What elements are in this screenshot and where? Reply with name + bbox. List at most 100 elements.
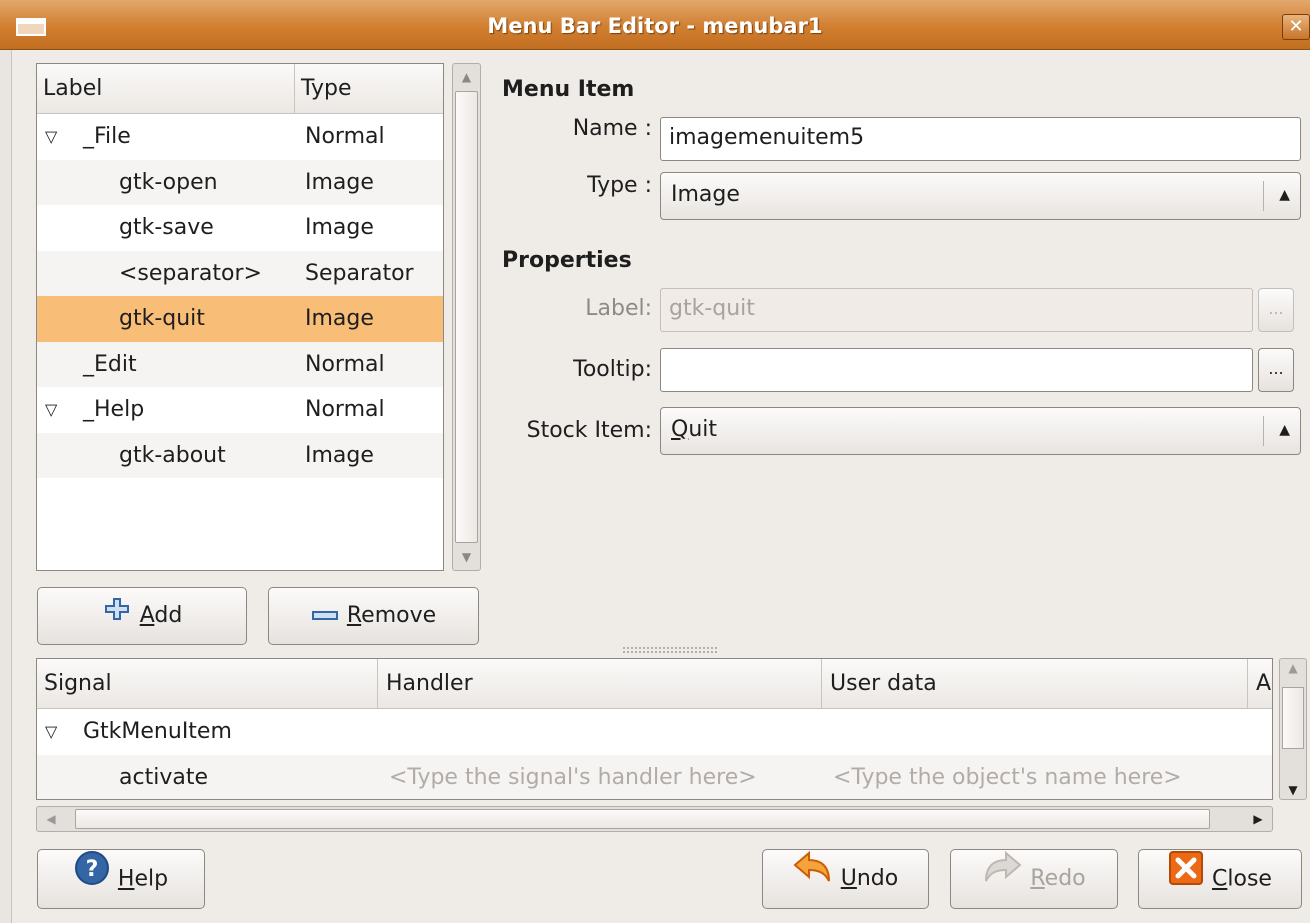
tree-row-label: gtk-about [119,442,226,468]
add-label: dd [154,603,183,628]
tree-row-type: Image [305,215,374,240]
properties-section-title: Properties [502,248,632,273]
name-field[interactable]: imagemenuitem5 [660,117,1301,161]
stock-item-mnemonic: Q [671,417,689,442]
expander-icon[interactable]: ▽ [45,387,57,433]
scroll-down-arrow-icon[interactable]: ▼ [453,544,480,570]
tree-row[interactable]: gtk-save Image [37,205,443,251]
undo-mnemonic: U [840,866,857,891]
undo-button[interactable]: Undo [762,849,929,909]
pane-resize-handle[interactable] [622,646,718,654]
tree-rows: ▽ _File Normal gtk-open Image gtk-save Image <s… [37,114,443,478]
column-header-handler[interactable]: Handler [379,659,822,709]
scroll-up-arrow-icon[interactable]: ▲ [453,64,480,90]
tree-row-type: Separator [305,260,414,286]
combo-separator [1263,181,1264,211]
stock-item-rest: uit [688,417,718,442]
label-ellipsis-button: ... [1258,288,1294,332]
expander-icon[interactable]: ▽ [45,709,57,754]
tree-row[interactable]: gtk-quit Image [37,296,443,342]
tree-row-type: Image [305,306,374,331]
menu-tree[interactable]: Label Type ▽ _File Normal gtk-open Image gtk-… [36,63,444,571]
tree-row[interactable]: _Edit Normal [37,341,443,387]
expander-icon[interactable]: ▽ [45,114,57,160]
tree-header: Label Type [37,64,443,114]
scroll-left-arrow-icon[interactable]: ◀ [39,807,63,831]
label-field: gtk-quit [660,288,1253,332]
menu-item-section-title: Menu Item [502,77,635,102]
title-bar[interactable]: Menu Bar Editor - menubar1 ✕ [0,0,1310,50]
scroll-down-arrow-icon[interactable]: ▼ [1280,783,1306,797]
redo-icon [982,850,1022,908]
tree-row-label: gtk-open [119,169,218,195]
tree-row-label: <separator> [119,260,262,286]
tree-row-type: Normal [305,397,385,422]
tree-row-type: Normal [305,124,385,149]
column-header-user-data[interactable]: User data [823,659,1248,709]
tree-row[interactable]: gtk-about Image [37,432,443,478]
tree-row-label: _Help [83,397,145,422]
signal-group-row[interactable]: ▽ GtkMenuItem [37,709,1272,754]
menu-bar-editor-window: Menu Bar Editor - menubar1 ✕ Label Type … [0,0,1310,923]
tree-row-label: _Edit [83,351,137,377]
redo-label: edo [1044,866,1086,891]
column-header-type[interactable]: Type [295,64,443,113]
user-data-placeholder[interactable]: <Type the object's name here> [833,755,1182,799]
signals-table[interactable]: Signal Handler User data A ▽ GtkMenuItem… [36,658,1273,800]
handler-placeholder[interactable]: <Type the signal's handler here> [389,755,757,799]
plus-icon [102,588,132,644]
redo-mnemonic: R [1030,866,1045,891]
scroll-up-arrow-icon[interactable]: ▲ [1280,661,1306,675]
close-icon [1168,850,1204,909]
tree-row[interactable]: <separator> Separator [37,250,443,296]
signals-header: Signal Handler User data A [37,659,1272,709]
scroll-right-arrow-icon[interactable]: ▶ [1246,807,1270,831]
column-header-signal[interactable]: Signal [37,659,378,709]
signals-vertical-scrollbar[interactable]: ▲ ▼ [1279,658,1307,800]
tree-row-label: _File [83,124,131,149]
type-combo-value: Image [671,182,740,207]
remove-label: emove [361,603,437,628]
tree-vertical-scrollbar[interactable]: ▲ ▼ [452,63,481,571]
tree-row[interactable]: ▽ _File Normal [37,114,443,160]
window-left-border [0,50,12,923]
signal-group-name: GtkMenuItem [83,719,232,744]
horizontal-scroll-thumb[interactable] [75,809,1210,829]
tooltip-ellipsis-button[interactable]: ... [1258,348,1294,392]
tree-row-label: gtk-save [119,215,214,240]
minus-icon [311,588,339,644]
remove-button[interactable]: Remove [268,587,479,645]
help-label: elp [134,866,169,892]
close-button[interactable]: Close [1138,849,1302,909]
column-header-label[interactable]: Label [37,64,295,113]
signal-row[interactable]: activate <Type the signal's handler here… [37,755,1272,799]
help-button[interactable]: ? Help [37,849,205,909]
tree-row[interactable]: gtk-open Image [37,159,443,205]
stock-item-value: Quit [671,417,717,442]
add-button[interactable]: Add [37,587,247,645]
label-label: Label: [585,296,652,321]
tree-row-label: gtk-quit [119,306,205,331]
tree-row-type: Image [305,169,374,195]
signals-horizontal-scrollbar[interactable]: ◀ ▶ [36,806,1273,832]
remove-mnemonic: R [346,603,362,628]
window-title: Menu Bar Editor - menubar1 [487,14,823,38]
undo-icon [793,850,833,908]
window-close-icon[interactable]: ✕ [1282,14,1310,40]
tooltip-field[interactable] [660,348,1253,392]
tree-row[interactable]: ▽ _Help Normal [37,387,443,433]
tooltip-label: Tooltip: [573,357,652,382]
signals-scroll-thumb[interactable] [1282,687,1304,749]
tree-row-type: Normal [305,351,385,377]
updown-arrows-icon: ▲ [1279,187,1290,203]
column-header-after[interactable]: A [1249,659,1272,709]
stock-item-label: Stock Item: [526,418,652,443]
tree-row-type: Image [305,442,374,468]
close-label: lose [1227,866,1272,892]
combo-separator [1263,416,1264,446]
type-label: Type : [587,173,652,198]
stock-item-combo[interactable]: Quit ▲ [660,407,1301,455]
tree-scroll-thumb[interactable] [455,91,478,543]
redo-button: Redo [950,849,1118,909]
type-combo[interactable]: Image ▲ [660,172,1301,220]
